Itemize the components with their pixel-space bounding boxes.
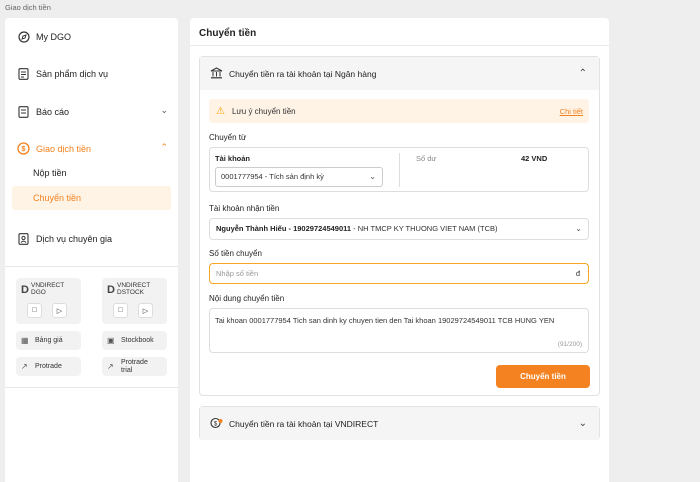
sidebar-item-label: Sản phẩm dịch vụ [36,68,109,79]
app-card-dstock: D VNDIRECT DSTOCK  ▷ [102,278,167,324]
tool-protrade[interactable]: ↗ Protrade [16,357,81,376]
divider [5,387,178,388]
chevron-up-icon: ⌃ [160,142,168,152]
money-exchange-icon: $ [17,142,30,155]
expert-icon [17,232,30,245]
receiver-name: Nguyễn Thành Hiếu - 19029724549011 [216,224,352,233]
sidebar-item-expert-services[interactable]: Dịch vụ chuyên gia [17,232,170,245]
char-counter: (91/200) [557,341,582,348]
tool-label: Bảng giá [35,337,63,344]
currency-symbol: đ [575,269,580,278]
bank-transfer-header[interactable]: Chuyển tiền ra tài khoản tại Ngân hàng ⌃ [200,57,599,90]
chart-line-icon: ↗ [107,361,114,371]
sidebar-item-reports[interactable]: Báo cáo ⌄ [17,105,170,118]
chevron-down-icon: ⌄ [160,105,168,115]
account-select[interactable]: 0001777954 - Tích sản định kỳ ⌄ [215,167,383,187]
balance-label: Số dư [416,154,437,163]
transfer-notice: ⚠ Lưu ý chuyển tiền Chi tiết [209,99,589,123]
receiver-bank: - NH TMCP KY THUONG VIET NAM (TCB) [353,224,498,233]
app-name: VNDIRECT DGO [31,282,65,296]
chevron-down-icon: ⌄ [575,224,582,233]
compass-icon [17,30,30,43]
amount-input[interactable]: Nhập số tiền đ [209,263,589,284]
document-icon [17,67,30,80]
tool-stockbook[interactable]: ▣ Stockbook [102,331,167,350]
book-icon: ▣ [107,336,115,345]
sidebar: My DGO Sản phẩm dịch vụ Báo cáo ⌄ $ Giao… [5,18,178,482]
divider [399,153,400,187]
sidebar-item-label: Giao dịch tiền [36,143,92,154]
apple-store-icon[interactable]:  [113,303,128,318]
receiver-label: Tài khoản nhận tiền [209,204,280,213]
divider [190,45,609,46]
vndirect-transfer-header[interactable]: $ Chuyển tiền ra tài khoản tại VNDIRECT … [200,407,599,440]
chart-line-icon: ↗ [21,362,28,371]
balance-value: 42 VND [521,154,548,163]
section-title: Chuyển tiền ra tài khoản tại Ngân hàng [229,68,377,79]
price-board-icon: ▦ [21,336,29,345]
tool-price-board[interactable]: ▦ Bảng giá [16,331,81,350]
google-play-icon[interactable]: ▷ [52,303,67,318]
warning-icon: ⚠ [216,105,225,117]
app-card-dgo: D VNDIRECT DGO  ▷ [16,278,81,324]
source-account-box: Tài khoản 0001777954 - Tích sản định kỳ … [209,147,589,192]
chevron-up-icon: ⌃ [578,68,587,79]
divider [5,266,178,267]
sidebar-subitem-deposit[interactable]: Nộp tiền [12,161,171,185]
internal-transfer-icon: $ [210,417,224,431]
sidebar-item-label: Báo cáo [36,106,70,117]
app-name: VNDIRECT DSTOCK [117,282,151,296]
section-title: Chuyển tiền ra tài khoản tại VNDIRECT [229,418,379,429]
tool-label: Protrade trial [121,358,148,374]
amount-label: Số tiền chuyển [209,249,262,258]
svg-text:$: $ [21,144,26,153]
account-label: Tài khoản [215,154,251,163]
sidebar-item-money-transactions[interactable]: $ Giao dịch tiền ⌃ [17,142,170,155]
notice-text: Lưu ý chuyển tiền [231,106,296,116]
google-play-icon[interactable]: ▷ [138,303,153,318]
sidebar-item-products[interactable]: Sản phẩm dịch vụ [17,67,170,80]
bank-transfer-section: Chuyển tiền ra tài khoản tại Ngân hàng ⌃… [199,56,600,396]
page-title: Chuyển tiền [199,28,257,39]
tool-label: Stockbook [121,337,154,344]
tool-label: Protrade [35,363,62,370]
content-textarea[interactable]: Tai khoan 0001777954 Tich san dinh ky ch… [209,308,589,353]
breadcrumb: Giao dịch tiền [5,3,51,12]
apple-store-icon[interactable]:  [27,303,42,318]
vndirect-transfer-section: $ Chuyển tiền ra tài khoản tại VNDIRECT … [199,406,600,440]
chevron-down-icon: ⌄ [578,418,587,429]
from-label: Chuyển từ [209,133,247,142]
sidebar-item-my-dgo[interactable]: My DGO [17,30,170,43]
sidebar-item-label: My DGO [36,31,71,42]
report-icon [17,105,30,118]
dstock-logo-icon: D [107,284,115,296]
notice-detail-link[interactable]: Chi tiết [560,107,583,116]
dgo-logo-icon: D [21,284,29,296]
sidebar-item-label: Dịch vụ chuyên gia [36,233,113,244]
chevron-down-icon: ⌄ [369,172,376,181]
receiver-account-select[interactable]: Nguyễn Thành Hiếu - 19029724549011 - NH … [209,218,589,240]
content-value: Tai khoan 0001777954 Tich san dinh ky ch… [215,316,555,325]
amount-placeholder: Nhập số tiền [216,269,259,278]
content-label: Nội dung chuyển tiền [209,294,285,303]
tool-protrade-trial[interactable]: ↗ Protrade trial [102,357,167,376]
main-panel: Chuyển tiền Chuyển tiền ra tài khoản tại… [190,18,609,482]
sidebar-subitem-transfer[interactable]: Chuyển tiền [12,186,171,210]
transfer-submit-button[interactable]: Chuyển tiền [496,365,590,388]
account-value: 0001777954 - Tích sản định kỳ [221,172,324,181]
bank-icon [210,66,224,81]
